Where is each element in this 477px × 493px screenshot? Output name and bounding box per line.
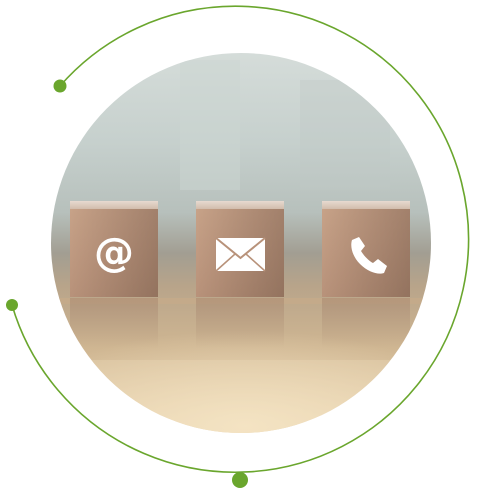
at-sign-icon: @ bbox=[94, 230, 134, 276]
envelope-icon bbox=[215, 237, 266, 272]
contact-blocks-photo: @ bbox=[6, 5, 470, 488]
contact-illustration: @ bbox=[0, 0, 477, 493]
orbit-dot-left bbox=[6, 299, 18, 311]
orbit-dot-top bbox=[53, 79, 67, 93]
photo-circle: @ bbox=[51, 53, 431, 433]
block-at: @ bbox=[70, 201, 158, 348]
block-phone bbox=[322, 201, 410, 348]
block-mail bbox=[196, 201, 284, 348]
orbit-dot-bottom bbox=[232, 472, 248, 488]
